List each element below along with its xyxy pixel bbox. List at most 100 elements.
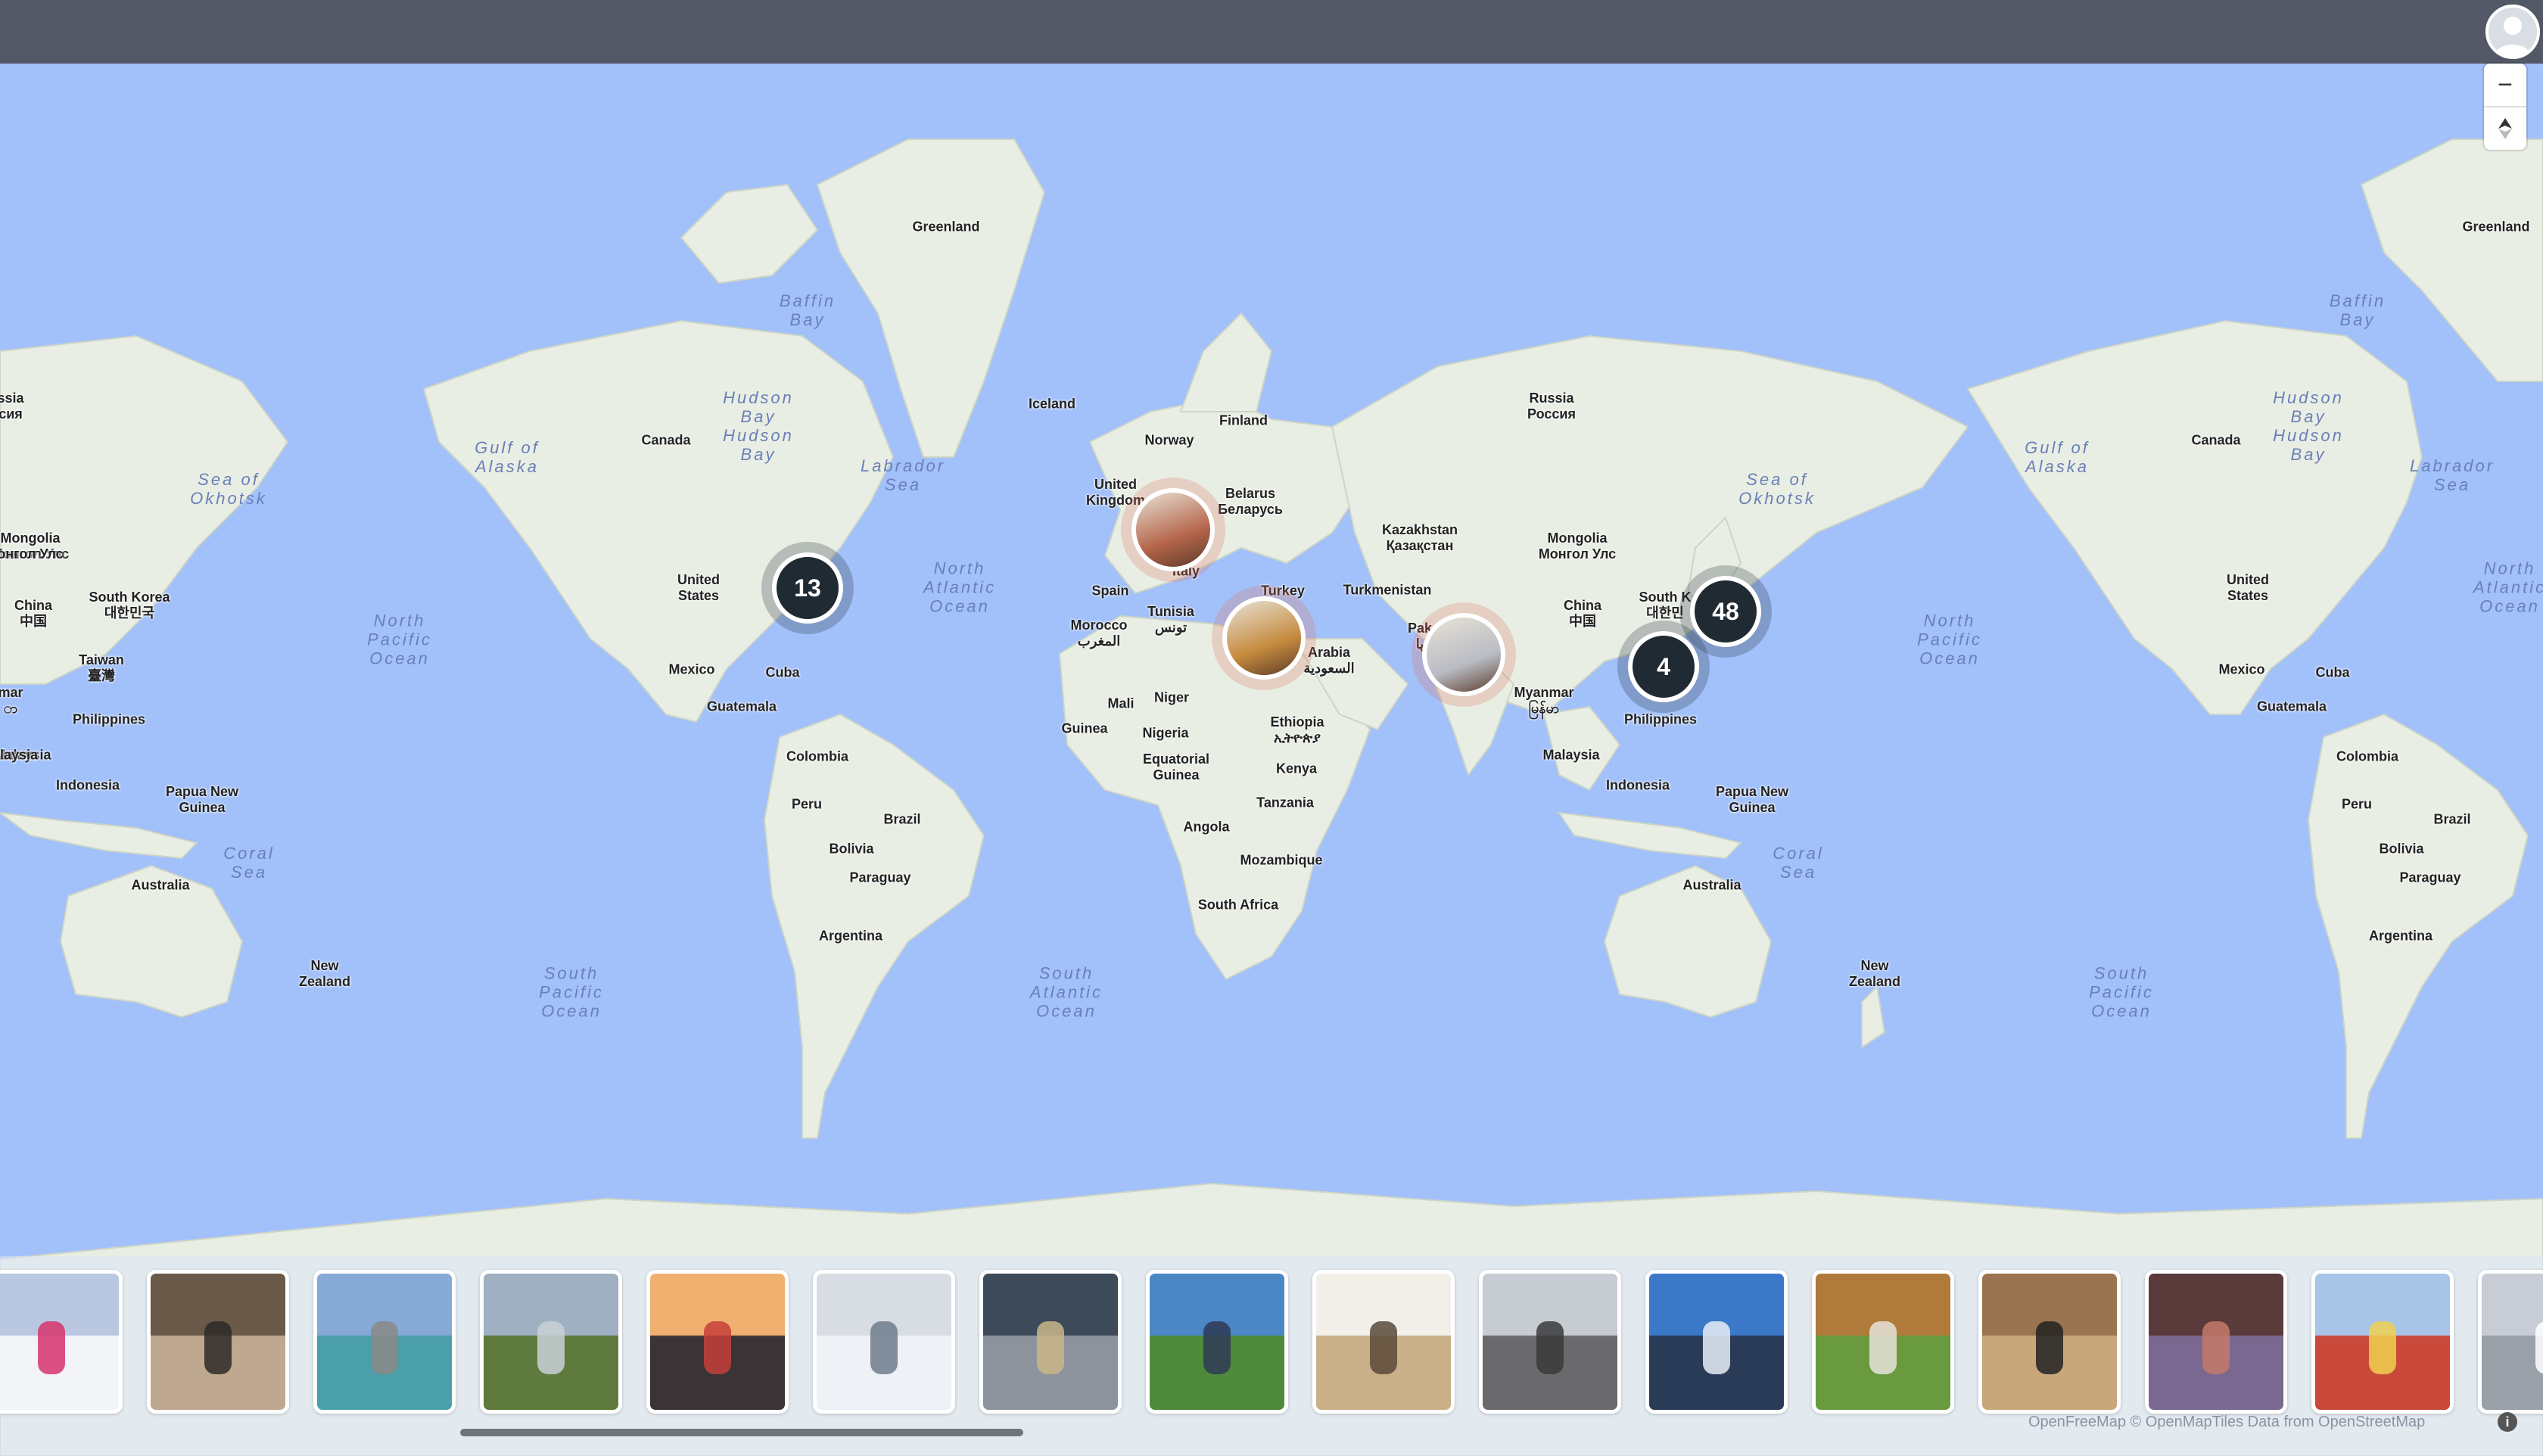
country-label-angola: Angola <box>1183 819 1230 835</box>
reset-north-button[interactable] <box>2484 106 2526 150</box>
photo-thumbnail[interactable] <box>979 1270 1122 1414</box>
country-label-peru-1: Peru <box>791 796 823 812</box>
info-icon[interactable]: i <box>2498 1412 2517 1432</box>
photo-thumbnail[interactable] <box>1146 1270 1288 1414</box>
thumbnail-subject <box>1037 1321 1065 1374</box>
country-label-brazil-1: Brazil <box>883 811 921 827</box>
country-label-china-1: China 中国 <box>1563 598 1602 629</box>
country-label-cuba-2: Cuba <box>2315 664 2350 680</box>
thumbnail-subject <box>1869 1321 1897 1374</box>
photo-thumbnail[interactable] <box>1812 1270 1954 1414</box>
thumbnail-subject <box>1536 1321 1564 1374</box>
thumbnail-subject <box>1703 1321 1731 1374</box>
map-basemap <box>0 138 2543 1456</box>
country-label-guinea: Guinea <box>1061 720 1108 736</box>
photo-thumbnail[interactable] <box>2145 1270 2287 1414</box>
ocean-label-baffin-1: Baffin Bay <box>779 291 836 329</box>
country-label-russia: Russia Россия <box>1527 390 1576 422</box>
thumbnail-subject <box>2036 1321 2064 1374</box>
ocean-label-north-atlantic-2: North Atlantic Ocean <box>2473 558 2543 616</box>
country-label-new-zealand-1: New Zealand <box>1848 958 1901 989</box>
avatar[interactable] <box>2485 5 2540 59</box>
photo-strip-scrollbar[interactable] <box>460 1429 1023 1436</box>
country-label-myanmar-edge: mar ာ <box>0 685 23 716</box>
photo-thumbnail[interactable] <box>2478 1270 2543 1414</box>
country-label-greenland-1: Greenland <box>912 219 980 235</box>
map-canvas[interactable]: Greenland Greenland Iceland Norway Finland Ru… <box>0 64 2543 1456</box>
thumbnail-subject <box>1370 1321 1398 1374</box>
ocean-label-okhotsk-1: Sea of Okhotsk <box>190 470 267 508</box>
country-label-tunisia: Tunisia تونس <box>1147 604 1194 635</box>
ocean-label-baffin-2: Baffin Bay <box>2329 291 2386 329</box>
photo-marker-middle-east[interactable] <box>1222 596 1306 680</box>
country-label-belarus: Belarus Беларусь <box>1218 486 1283 517</box>
map-attribution[interactable]: OpenFreeMap © OpenMapTiles Data from Ope… <box>2028 1414 2425 1431</box>
photo-thumbnail[interactable] <box>313 1270 456 1414</box>
thumbnail-subject <box>2202 1321 2230 1374</box>
country-label-united-states-1: United States <box>677 572 720 603</box>
country-label-mali: Mali <box>1107 695 1135 711</box>
photo-cluster-taiwan-area[interactable]: 4 <box>1628 631 1699 702</box>
thumbnail-subject <box>204 1321 232 1374</box>
country-label-indonesia-1: Indonesia <box>1605 777 1670 793</box>
ocean-label-labrador-1: Labrador Sea <box>860 456 946 494</box>
photo-thumbnail[interactable] <box>480 1270 622 1414</box>
photo-thumbnail[interactable] <box>1978 1270 2121 1414</box>
ocean-label-coral-1: Coral Sea <box>223 844 275 882</box>
country-label-brazil-2: Brazil <box>2433 811 2471 827</box>
photo-thumbnail[interactable] <box>0 1270 123 1414</box>
photo-marker-europe[interactable] <box>1131 488 1215 571</box>
ocean-label-north-pacific-2: North Pacific Ocean <box>1917 611 1982 668</box>
country-label-norway: Norway <box>1144 432 1194 448</box>
photo-thumbnail[interactable] <box>1645 1270 1788 1414</box>
country-label-colombia-2: Colombia <box>2336 748 2399 764</box>
country-label-malaysia-1: Malaysia <box>1542 747 1600 763</box>
photo-marker-india[interactable] <box>1422 613 1505 696</box>
photo-thumbnail[interactable] <box>646 1270 789 1414</box>
country-label-bolivia-2: Bolivia <box>2379 841 2424 857</box>
ocean-label-gulf-alaska-2: Gulf of Alaska <box>2025 438 2090 476</box>
photo-cluster-japan[interactable]: 48 <box>1690 576 1761 647</box>
ocean-label-gulf-alaska-1: Gulf of Alaska <box>475 438 540 476</box>
country-label-philippines-2: Philippines <box>72 711 146 727</box>
country-label-mongolia-edge: Mongolia онгол Улс <box>0 530 64 562</box>
photo-thumbnail[interactable] <box>1312 1270 1455 1414</box>
country-label-guatemala-2: Guatemala <box>2256 698 2327 714</box>
country-label-argentina-1: Argentina <box>818 928 883 944</box>
country-label-greenland-2: Greenland <box>2462 219 2530 235</box>
country-label-turkmenistan: Turkmenistan <box>1343 582 1432 598</box>
country-label-mongolia-1: Mongolia Монгол Улс <box>1538 530 1617 562</box>
country-label-south-africa: South Africa <box>1197 897 1279 913</box>
country-label-ethiopia: Ethiopia ኢትዮጵያ <box>1270 714 1324 745</box>
country-label-myanmar: Myanmar မြန်မာ <box>1514 685 1574 716</box>
country-label-tanzania: Tanzania <box>1256 795 1314 810</box>
thumbnail-subject <box>38 1321 66 1374</box>
ocean-label-south-pacific-1: South Pacific Ocean <box>539 963 604 1021</box>
ocean-label-okhotsk-2: Sea of Okhotsk <box>1738 470 1816 508</box>
ocean-label-hudson-2: Hudson Bay Hudson Bay <box>2273 388 2344 464</box>
country-label-nigeria: Nigeria <box>1142 725 1189 741</box>
country-label-niger: Niger <box>1153 689 1190 705</box>
country-label-united-states-2: United States <box>2227 572 2269 603</box>
thumbnail-subject <box>537 1321 565 1374</box>
country-label-australia-1: Australia <box>1682 877 1742 893</box>
zoom-out-button[interactable]: − <box>2484 64 2526 106</box>
thumbnail-subject <box>2535 1321 2543 1374</box>
country-label-finland: Finland <box>1219 412 1268 428</box>
country-label-peru-2: Peru <box>2341 796 2373 812</box>
photo-thumbnail[interactable] <box>813 1270 955 1414</box>
photo-thumbnail[interactable] <box>147 1270 289 1414</box>
country-label-mexico-1: Mexico <box>668 661 715 677</box>
thumbnail-subject <box>1203 1321 1231 1374</box>
ocean-label-south-atlantic: South Atlantic Ocean <box>1029 963 1103 1021</box>
country-label-png-2: Papua New Guinea <box>165 784 239 815</box>
country-label-spain: Spain <box>1091 583 1129 599</box>
country-label-argentina-2: Argentina <box>2368 928 2433 944</box>
ocean-label-labrador-2: Labrador Sea <box>2409 456 2495 494</box>
user-icon <box>2495 17 2531 56</box>
thumbnail-subject <box>704 1321 732 1374</box>
country-label-china-2: China 中国 <box>14 598 53 629</box>
photo-cluster-americas[interactable]: 13 <box>772 552 843 624</box>
photo-thumbnail[interactable] <box>2311 1270 2454 1414</box>
photo-thumbnail[interactable] <box>1479 1270 1621 1414</box>
